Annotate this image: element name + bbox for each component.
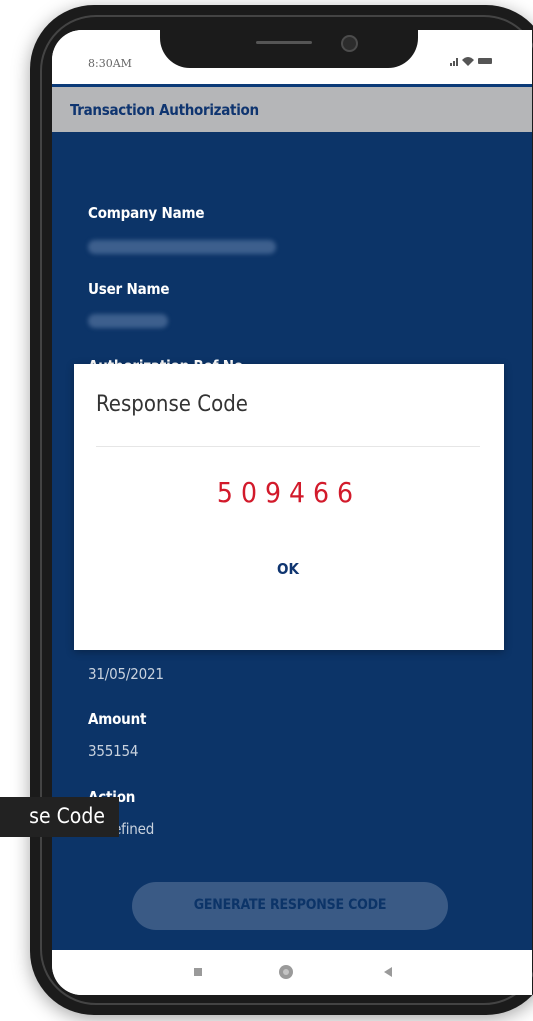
home-button[interactable]	[266, 958, 306, 986]
recent-apps-icon	[194, 968, 202, 976]
user-name-label: User Name	[88, 280, 170, 298]
ok-button[interactable]: OK	[96, 548, 480, 592]
header-bar: Transaction Authorization	[52, 87, 532, 132]
status-icons	[450, 57, 492, 66]
speaker-grille	[256, 41, 312, 44]
response-code-value: 509466	[216, 476, 362, 509]
recent-apps-button[interactable]	[178, 958, 218, 986]
home-icon	[279, 965, 293, 979]
back-icon	[384, 967, 392, 977]
status-time: 8:30AM	[88, 57, 132, 70]
response-code-dialog: Response Code 509466 OK	[74, 364, 504, 650]
user-name-value-redacted	[88, 314, 168, 328]
signal-icon	[450, 58, 458, 66]
generate-button-label: GENERATE RESPONSE CODE	[193, 897, 387, 913]
page-title: Transaction Authorization	[70, 101, 259, 119]
dialog-title: Response Code	[96, 392, 248, 417]
tooltip-overlay: se Code	[0, 797, 119, 837]
amount-label: Amount	[88, 710, 147, 728]
front-camera	[341, 35, 358, 52]
status-bar: 8:30AM	[52, 30, 532, 84]
amount-value: 355154	[88, 742, 139, 760]
date-value: 31/05/2021	[88, 665, 164, 683]
battery-icon	[478, 58, 492, 64]
back-button[interactable]	[368, 958, 408, 986]
generate-response-code-button[interactable]: GENERATE RESPONSE CODE	[132, 882, 448, 930]
tooltip-text: se Code	[29, 804, 105, 828]
company-name-value-redacted	[88, 240, 276, 254]
wifi-icon	[462, 57, 474, 66]
dialog-divider	[96, 446, 480, 447]
phone-notch	[160, 30, 418, 68]
ok-button-label: OK	[277, 560, 299, 578]
company-name-label: Company Name	[88, 204, 205, 222]
android-nav-bar	[52, 950, 532, 995]
